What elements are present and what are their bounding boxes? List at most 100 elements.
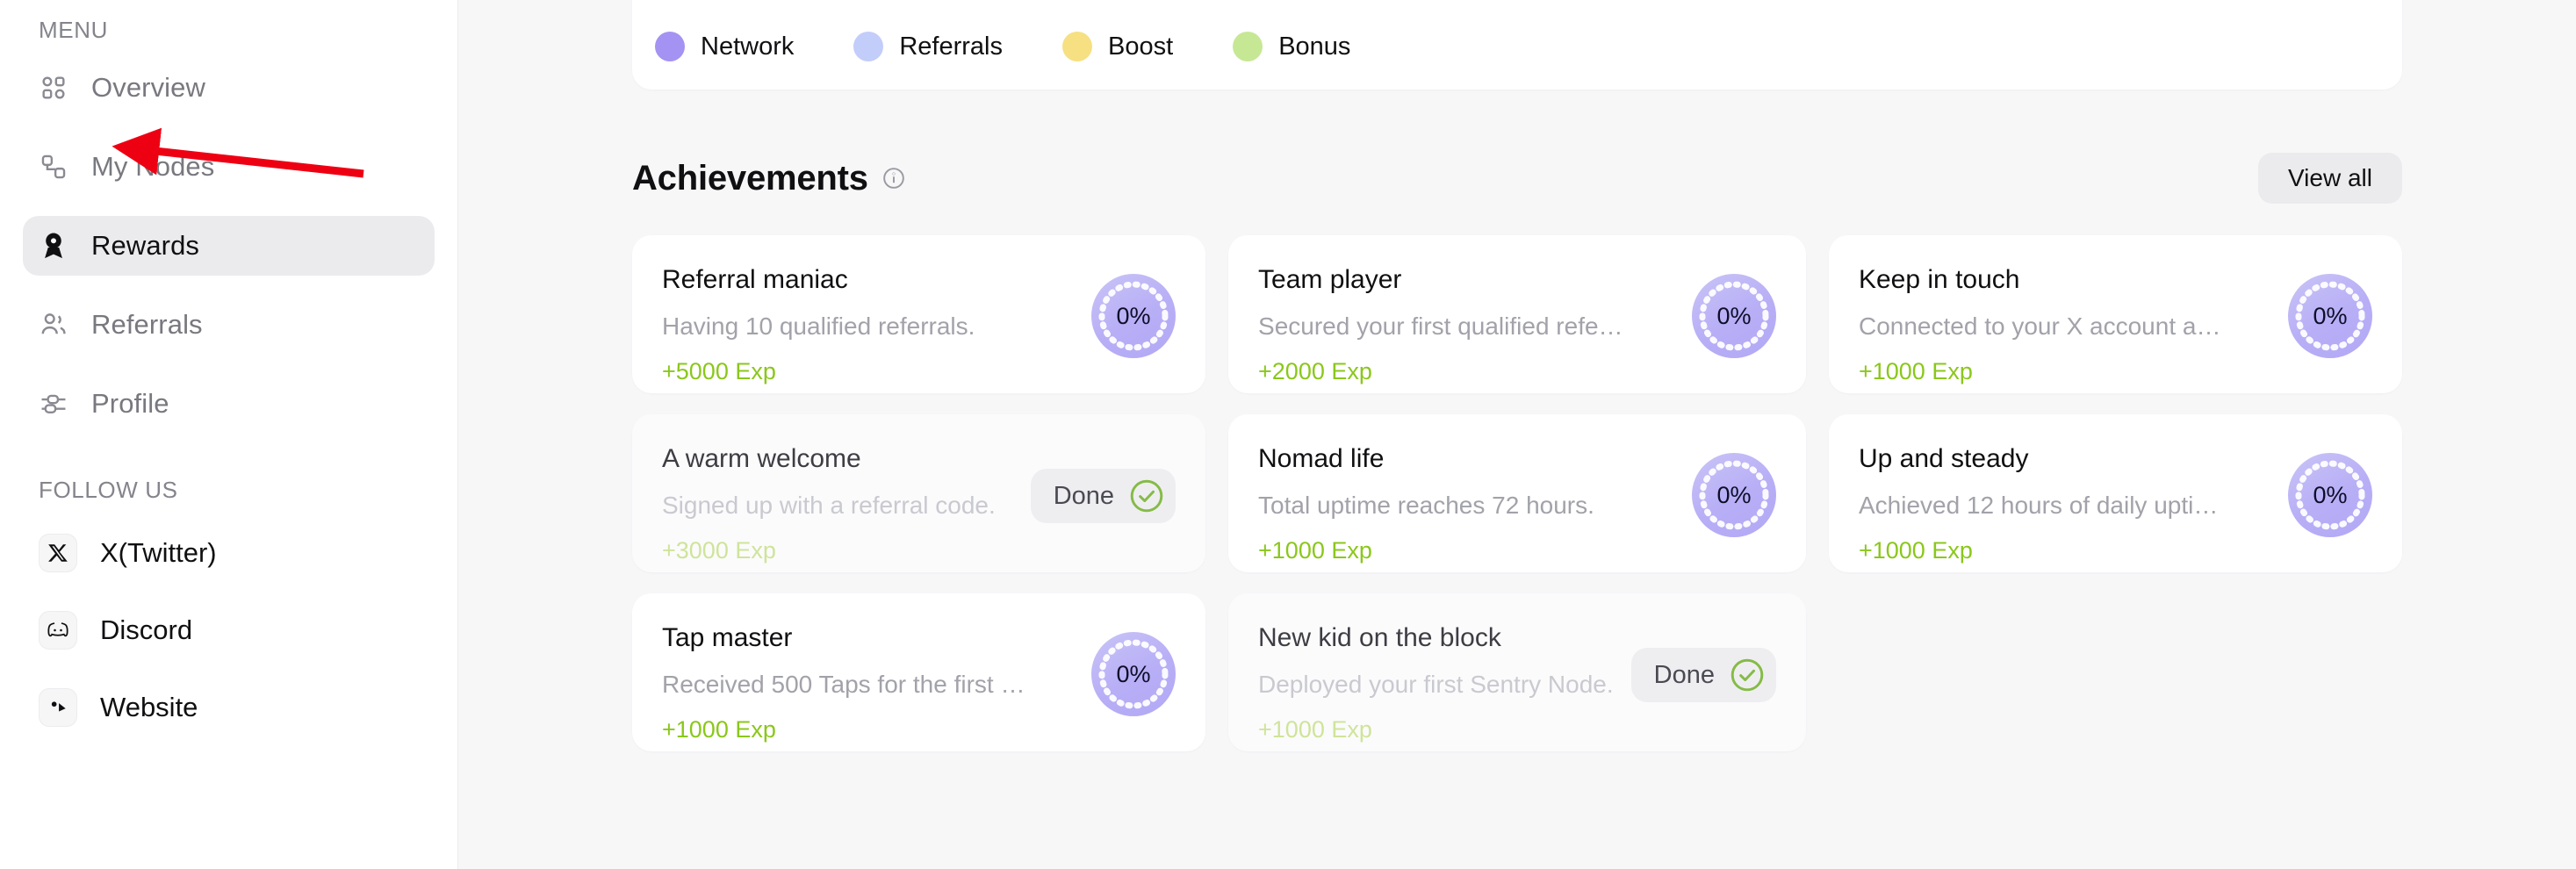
sidebar-item-rewards[interactable]: Rewards	[23, 216, 435, 276]
sidebar-item-overview[interactable]: Overview	[23, 58, 435, 118]
sidebar-item-profile[interactable]: Profile	[23, 374, 435, 434]
view-all-button[interactable]: View all	[2258, 153, 2402, 204]
achievement-title: Tap master	[662, 620, 1074, 657]
legend-item-network[interactable]: Network	[655, 32, 794, 61]
sidebar-item-label: My Nodes	[91, 151, 214, 183]
progress-percent: 0%	[2313, 303, 2347, 330]
achievements-grid: Referral maniac Having 10 qualified refe…	[632, 235, 2402, 751]
achievement-desc: Achieved 12 hours of daily upti…	[1859, 488, 2270, 523]
achievement-card[interactable]: Tap master Received 500 Taps for the fir…	[632, 593, 1205, 751]
users-icon	[39, 310, 68, 340]
progress-percent: 0%	[1117, 303, 1151, 330]
achievement-title: A warm welcome	[662, 441, 1013, 478]
done-label: Done	[1654, 661, 1715, 690]
chart-legend: Network Referrals Boost Bonus	[655, 32, 1410, 61]
achievement-desc: Signed up with a referral code.	[662, 488, 1013, 523]
legend-label: Bonus	[1278, 32, 1350, 61]
sliders-icon	[39, 389, 68, 419]
social-link-x-twitter[interactable]: X(Twitter)	[0, 523, 457, 583]
social-link-website[interactable]: Website	[0, 678, 457, 737]
achievement-exp: +1000 Exp	[662, 713, 1074, 746]
achievement-desc: Connected to your X account a…	[1859, 309, 2270, 344]
achievement-title: Referral maniac	[662, 262, 1074, 298]
legend-item-bonus[interactable]: Bonus	[1233, 32, 1350, 61]
social-link-label: Website	[100, 692, 198, 723]
progress-percent: 0%	[1716, 303, 1751, 330]
legend-label: Network	[701, 32, 794, 61]
social-link-label: X(Twitter)	[100, 537, 217, 569]
legend-dot-icon	[1062, 32, 1092, 61]
legend-label: Boost	[1108, 32, 1173, 61]
achievement-desc: Deployed your first Sentry Node.	[1258, 667, 1614, 702]
achievement-exp: +5000 Exp	[662, 355, 1074, 388]
achievements-header: Achievements View all	[632, 151, 2402, 205]
sidebar-social-list: X(Twitter) Discord	[0, 523, 457, 737]
social-link-discord[interactable]: Discord	[0, 600, 457, 660]
achievement-title: Nomad life	[1258, 441, 1674, 478]
discord-icon	[39, 611, 77, 650]
achievement-card[interactable]: Team player Secured your first qualified…	[1228, 235, 1806, 393]
progress-ring-badge: 0%	[1091, 274, 1176, 358]
progress-ring-badge: 0%	[2288, 274, 2372, 358]
achievement-exp: +2000 Exp	[1258, 355, 1674, 388]
sidebar-item-label: Profile	[91, 388, 169, 420]
check-circle-icon	[1729, 657, 1766, 693]
legend-dot-icon	[655, 32, 685, 61]
achievement-text: Keep in touch Connected to your X accoun…	[1859, 262, 2288, 388]
app-root: MENU Overview	[0, 0, 2576, 869]
achievement-exp: +1000 Exp	[1258, 534, 1674, 567]
status-badge: Done	[1631, 648, 1776, 702]
progress-percent: 0%	[1716, 482, 1751, 509]
sidebar-item-label: Overview	[91, 72, 205, 104]
main-content: 13 Sep Network Referrals Boost	[458, 0, 2576, 869]
achievement-text: Nomad life Total uptime reaches 72 hours…	[1258, 441, 1692, 567]
nodes-icon	[39, 152, 68, 182]
award-ribbon-icon	[39, 231, 68, 261]
progress-ring-badge: 0%	[1692, 453, 1776, 537]
sidebar-item-referrals[interactable]: Referrals	[23, 295, 435, 355]
achievement-card[interactable]: Nomad life Total uptime reaches 72 hours…	[1228, 414, 1806, 572]
info-circle-icon[interactable]	[882, 167, 905, 190]
achievement-exp: +1000 Exp	[1258, 713, 1614, 746]
achievement-desc: Received 500 Taps for the first …	[662, 667, 1074, 702]
achievement-card[interactable]: A warm welcome Signed up with a referral…	[632, 414, 1205, 572]
achievement-title: Up and steady	[1859, 441, 2270, 478]
achievement-card[interactable]: New kid on the block Deployed your first…	[1228, 593, 1806, 751]
website-icon	[39, 688, 77, 727]
sidebar-nav: Overview My Nodes	[0, 58, 457, 434]
progress-percent: 0%	[1117, 661, 1151, 688]
sidebar-follow-heading: FOLLOW US	[0, 472, 457, 507]
progress-ring-badge: 0%	[1692, 274, 1776, 358]
social-link-label: Discord	[100, 614, 192, 646]
x-twitter-icon	[39, 534, 77, 572]
achievement-card[interactable]: Keep in touch Connected to your X accoun…	[1829, 235, 2402, 393]
achievement-text: Team player Secured your first qualified…	[1258, 262, 1692, 388]
achievement-title: Team player	[1258, 262, 1674, 298]
achievement-text: New kid on the block Deployed your first…	[1258, 620, 1631, 746]
status-badge: Done	[1031, 469, 1176, 523]
achievement-card-placeholder	[1829, 593, 2402, 751]
achievement-desc: Secured your first qualified refe…	[1258, 309, 1674, 344]
sidebar-item-my-nodes[interactable]: My Nodes	[23, 137, 435, 197]
grid-icon	[39, 73, 68, 103]
achievement-card[interactable]: Referral maniac Having 10 qualified refe…	[632, 235, 1205, 393]
achievement-desc: Total uptime reaches 72 hours.	[1258, 488, 1674, 523]
legend-item-boost[interactable]: Boost	[1062, 32, 1173, 61]
achievement-text: Up and steady Achieved 12 hours of daily…	[1859, 441, 2288, 567]
achievement-desc: Having 10 qualified referrals.	[662, 309, 1074, 344]
achievement-title: Keep in touch	[1859, 262, 2270, 298]
content-column: 13 Sep Network Referrals Boost	[632, 0, 2402, 751]
sidebar-item-label: Referrals	[91, 309, 203, 341]
legend-label: Referrals	[899, 32, 1003, 61]
legend-dot-icon	[853, 32, 883, 61]
achievement-exp: +1000 Exp	[1859, 355, 2270, 388]
achievement-card[interactable]: Up and steady Achieved 12 hours of daily…	[1829, 414, 2402, 572]
sidebar-menu-heading: MENU	[0, 5, 457, 47]
achievement-text: A warm welcome Signed up with a referral…	[662, 441, 1031, 567]
achievement-text: Tap master Received 500 Taps for the fir…	[662, 620, 1091, 746]
achievements-title-wrap: Achievements	[632, 159, 905, 198]
page-title: Achievements	[632, 159, 868, 198]
progress-percent: 0%	[2313, 482, 2347, 509]
check-circle-icon	[1128, 478, 1165, 514]
legend-item-referrals[interactable]: Referrals	[853, 32, 1003, 61]
